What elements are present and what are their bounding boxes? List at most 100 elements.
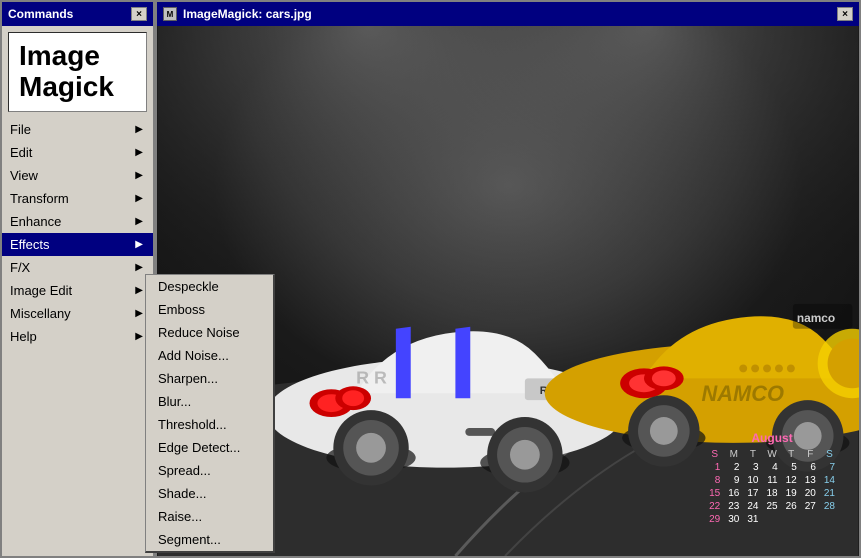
arrow-icon-file: ▶ [135, 124, 143, 135]
menu-label-help: Help [10, 329, 37, 344]
menu-label-view: View [10, 168, 38, 183]
commands-panel: Commands × Image Magick File ▶ Edit ▶ Vi… [0, 0, 155, 558]
image-titlebar: M ImageMagick: cars.jpg × [157, 2, 859, 26]
cal-cell-empty1 [763, 513, 782, 526]
cal-cell-26: 26 [782, 500, 801, 513]
cal-cell-28: 28 [820, 500, 839, 513]
menu-item-fx[interactable]: F/X ▶ [2, 256, 153, 279]
arrow-icon-fx: ▶ [135, 262, 143, 273]
arrow-icon-miscellany: ▶ [135, 308, 143, 319]
svg-text:NAMCO: NAMCO [702, 381, 784, 406]
submenu-item-segment[interactable]: Segment... [146, 528, 273, 551]
cal-cell-12: 12 [782, 474, 801, 487]
menu-item-help[interactable]: Help ▶ [2, 325, 153, 348]
calendar-overlay: August S M T W T F S 1 2 3 [705, 431, 839, 526]
effects-submenu: Despeckle Emboss Reduce Noise Add Noise.… [145, 274, 275, 553]
commands-close-button[interactable]: × [131, 7, 147, 21]
cal-header-s1: S [705, 448, 724, 461]
image-close-button[interactable]: × [837, 7, 853, 21]
cal-cell-10: 10 [743, 474, 762, 487]
submenu-item-add-noise[interactable]: Add Noise... [146, 344, 273, 367]
submenu-item-sharpen[interactable]: Sharpen... [146, 367, 273, 390]
cal-cell-23: 23 [724, 500, 743, 513]
cal-cell-30: 30 [724, 513, 743, 526]
cal-cell: 5 [782, 461, 801, 474]
calendar-week-5: 29 30 31 [705, 513, 839, 526]
arrow-icon-view: ▶ [135, 170, 143, 181]
cal-header-t1: T [743, 448, 762, 461]
arrow-icon-transform: ▶ [135, 193, 143, 204]
cal-cell: 6 [801, 461, 820, 474]
arrow-icon-effects: ▶ [135, 239, 143, 250]
cal-cell: 1 [705, 461, 724, 474]
cal-cell: 2 [724, 461, 743, 474]
menu-label-file: File [10, 122, 31, 137]
cal-cell-empty2 [782, 513, 801, 526]
cal-cell-25: 25 [763, 500, 782, 513]
cal-cell-31: 31 [743, 513, 762, 526]
arrow-icon-edit: ▶ [135, 147, 143, 158]
menu-label-image-edit: Image Edit [10, 283, 72, 298]
calendar-week-1: 1 2 3 4 5 6 7 [705, 461, 839, 474]
arrow-icon-help: ▶ [135, 331, 143, 342]
submenu-item-reduce-noise[interactable]: Reduce Noise [146, 321, 273, 344]
menu-item-image-edit[interactable]: Image Edit ▶ [2, 279, 153, 302]
cal-cell-29: 29 [705, 513, 724, 526]
menu-label-enhance: Enhance [10, 214, 61, 229]
menu-item-effects[interactable]: Effects ▶ [2, 233, 153, 256]
calendar-week-3: 15 16 17 18 19 20 21 [705, 487, 839, 500]
title-left: M ImageMagick: cars.jpg [163, 7, 312, 21]
image-title: ImageMagick: cars.jpg [183, 7, 312, 21]
cal-header-t2: T [782, 448, 801, 461]
cal-cell-14: 14 [820, 474, 839, 487]
menu-item-enhance[interactable]: Enhance ▶ [2, 210, 153, 233]
cal-header-w: W [763, 448, 782, 461]
cal-cell-19: 19 [782, 487, 801, 500]
submenu-item-raise[interactable]: Raise... [146, 505, 273, 528]
cal-cell-empty3 [801, 513, 820, 526]
cal-cell-16: 16 [724, 487, 743, 500]
menu-item-view[interactable]: View ▶ [2, 164, 153, 187]
menu-item-edit[interactable]: Edit ▶ [2, 141, 153, 164]
menu-label-edit: Edit [10, 145, 32, 160]
calendar-table: S M T W T F S 1 2 3 4 5 6 [705, 448, 839, 526]
menu-label-miscellany: Miscellany [10, 306, 71, 321]
calendar-week-4: 22 23 24 25 26 27 28 [705, 500, 839, 513]
submenu-item-threshold[interactable]: Threshold... [146, 413, 273, 436]
menu-item-file[interactable]: File ▶ [2, 118, 153, 141]
svg-text:R R: R R [356, 367, 387, 387]
cal-cell-18: 18 [763, 487, 782, 500]
submenu-item-blur[interactable]: Blur... [146, 390, 273, 413]
calendar-week-2: 8 9 10 11 12 13 14 [705, 474, 839, 487]
arrow-icon-image-edit: ▶ [135, 285, 143, 296]
logo-line2: Magick [19, 72, 136, 103]
menu-item-miscellany[interactable]: Miscellany ▶ [2, 302, 153, 325]
menu-item-transform[interactable]: Transform ▶ [2, 187, 153, 210]
submenu-item-emboss[interactable]: Emboss [146, 298, 273, 321]
submenu-item-spread[interactable]: Spread... [146, 459, 273, 482]
cal-header-f: F [801, 448, 820, 461]
commands-title: Commands [8, 7, 73, 21]
menu-label-transform: Transform [10, 191, 69, 206]
submenu-item-shade[interactable]: Shade... [146, 482, 273, 505]
commands-titlebar: Commands × [2, 2, 153, 26]
cal-cell: 7 [820, 461, 839, 474]
submenu-item-despeckle[interactable]: Despeckle [146, 275, 273, 298]
cal-cell-22: 22 [705, 500, 724, 513]
cal-cell: 3 [743, 461, 762, 474]
cal-cell-9: 9 [724, 474, 743, 487]
logo-line1: Image [19, 41, 136, 72]
cal-cell-11: 11 [763, 474, 782, 487]
calendar-month: August [705, 431, 839, 445]
cal-cell: 4 [763, 461, 782, 474]
submenu-item-edge-detect[interactable]: Edge Detect... [146, 436, 273, 459]
cal-cell-20: 20 [801, 487, 820, 500]
window-icon: M [163, 7, 177, 21]
cal-header-m: M [724, 448, 743, 461]
cal-cell-empty4 [820, 513, 839, 526]
cal-header-s2: S [820, 448, 839, 461]
cal-cell-17: 17 [743, 487, 762, 500]
cal-cell-24: 24 [743, 500, 762, 513]
svg-text:namco: namco [797, 311, 835, 325]
calendar-header-row: S M T W T F S [705, 448, 839, 461]
